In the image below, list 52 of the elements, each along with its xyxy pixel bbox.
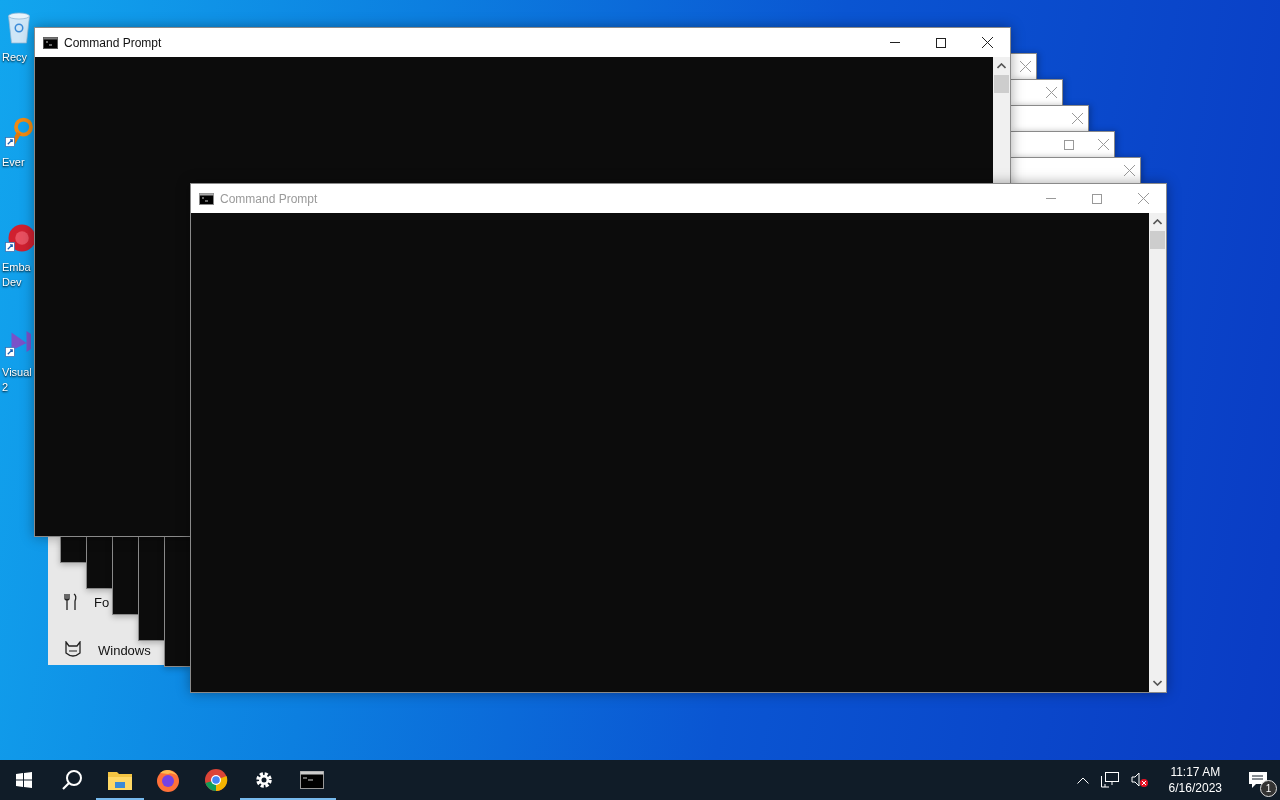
minimize-icon bbox=[1046, 197, 1056, 200]
scrollbar[interactable] bbox=[1149, 213, 1166, 692]
utensils-icon bbox=[64, 593, 78, 611]
desktop-icon-label[interactable]: Dev bbox=[2, 275, 22, 290]
clock-button[interactable]: 11:17 AM 6/16/2023 bbox=[1154, 760, 1236, 800]
cat-icon bbox=[64, 641, 82, 659]
title-bar[interactable] bbox=[1011, 157, 1141, 183]
notification-count: 1 bbox=[1260, 780, 1277, 797]
console-icon bbox=[300, 771, 324, 789]
title-bar[interactable] bbox=[1011, 105, 1089, 131]
window-title: Command Prompt bbox=[220, 191, 319, 206]
close-icon[interactable] bbox=[1123, 165, 1135, 176]
scroll-up-icon[interactable] bbox=[1153, 219, 1162, 225]
window-title: Command Prompt bbox=[64, 35, 163, 50]
close-icon[interactable] bbox=[1045, 87, 1057, 98]
close-icon[interactable] bbox=[1097, 139, 1109, 150]
chrome-icon bbox=[204, 768, 228, 792]
scroll-down-icon[interactable] bbox=[1153, 680, 1162, 686]
title-bar[interactable] bbox=[1011, 79, 1063, 105]
close-icon bbox=[1137, 193, 1149, 204]
desktop-icon-label[interactable]: 2 bbox=[2, 380, 9, 395]
desktop-icon-label[interactable]: Ever bbox=[2, 155, 25, 170]
desktop-icon-label[interactable]: Emba bbox=[2, 260, 31, 275]
clock-date: 6/16/2023 bbox=[1168, 780, 1222, 796]
close-icon[interactable] bbox=[1071, 113, 1083, 124]
desktop-icon-label[interactable]: Recy bbox=[2, 50, 28, 65]
windows-logo-icon bbox=[16, 772, 32, 788]
maximize-icon bbox=[1092, 193, 1102, 204]
maximize-icon bbox=[936, 37, 946, 48]
close-icon bbox=[981, 37, 993, 48]
chevron-up-icon bbox=[1076, 776, 1089, 784]
close-icon[interactable] bbox=[1019, 61, 1031, 72]
desktop-icon-label[interactable]: Visual bbox=[2, 365, 32, 380]
folder-icon bbox=[108, 770, 132, 790]
fox-globe-icon bbox=[156, 768, 180, 792]
console-icon bbox=[199, 192, 214, 205]
scroll-up-icon[interactable] bbox=[997, 63, 1006, 69]
gear-icon bbox=[254, 770, 274, 790]
notifications-button[interactable]: 1 bbox=[1236, 760, 1280, 800]
scroll-thumb[interactable] bbox=[994, 75, 1009, 93]
title-bar[interactable] bbox=[1011, 131, 1115, 157]
menu-item-label[interactable]: Windows bbox=[98, 642, 151, 658]
muted-speaker-icon bbox=[1130, 772, 1149, 788]
scroll-thumb[interactable] bbox=[1150, 231, 1165, 249]
minimize-icon bbox=[890, 41, 900, 44]
clock-time: 11:17 AM bbox=[1170, 764, 1221, 780]
title-bar[interactable] bbox=[1011, 53, 1037, 79]
search-icon bbox=[61, 769, 83, 791]
console-icon bbox=[43, 36, 58, 49]
menu-item-label[interactable]: Fo bbox=[94, 594, 110, 610]
network-icon bbox=[1100, 772, 1119, 788]
maximize-icon[interactable] bbox=[1064, 139, 1074, 150]
